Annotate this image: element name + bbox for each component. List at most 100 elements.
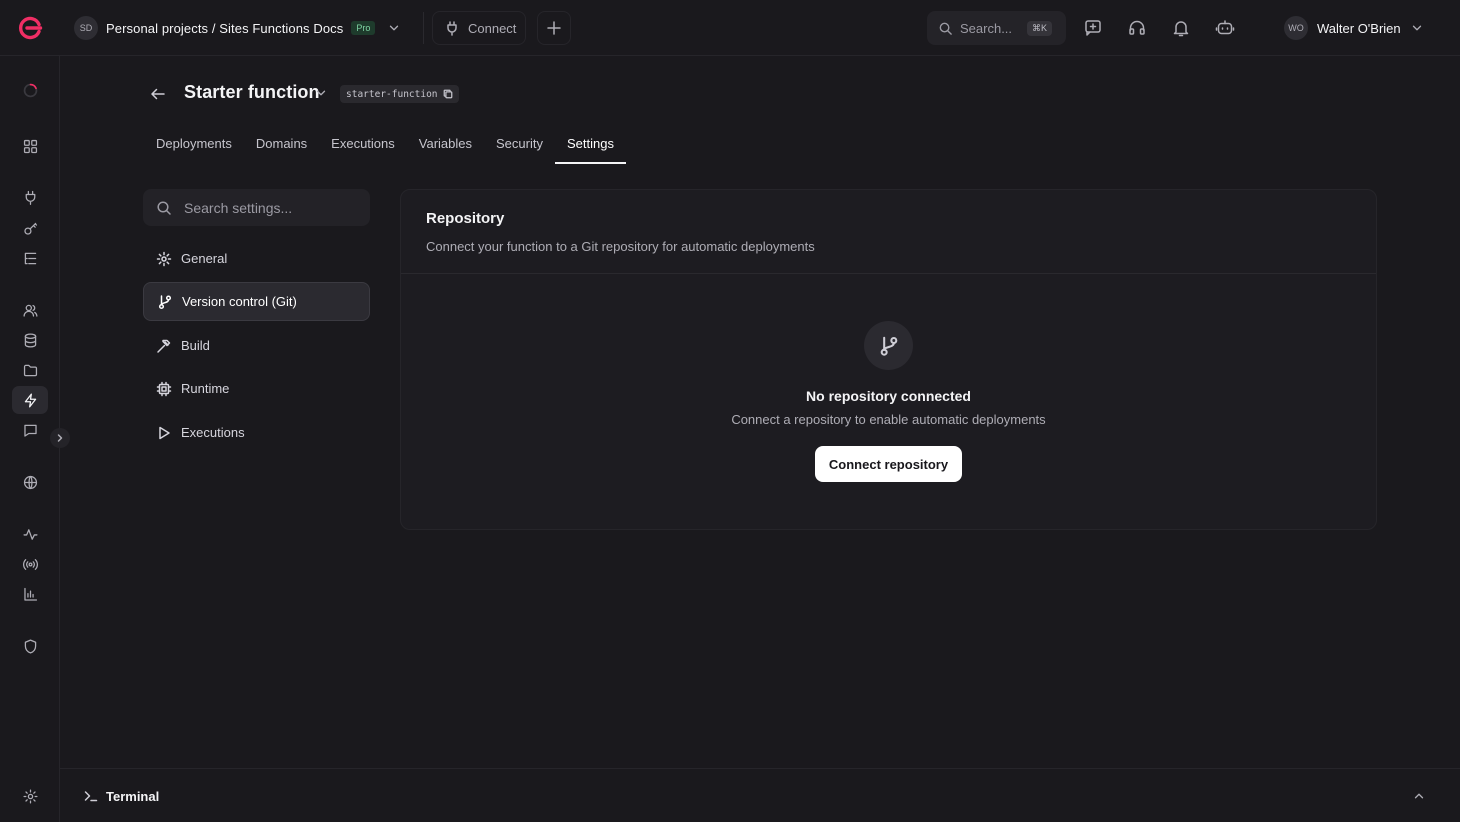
settings-nav-version-control[interactable]: Version control (Git) <box>143 282 370 321</box>
terminal-label: Terminal <box>106 789 160 804</box>
gear-icon <box>22 788 38 804</box>
rail-item-storage[interactable] <box>12 356 48 384</box>
message-icon <box>23 424 37 437</box>
repository-card: Repository Connect your function to a Gi… <box>400 189 1377 530</box>
plug-icon <box>25 190 35 205</box>
settings-nav-label: Executions <box>181 425 245 440</box>
gear-icon <box>156 251 172 266</box>
plan-badge: Pro <box>351 21 376 35</box>
search-placeholder: Search... <box>960 20 1013 36</box>
lightning-icon <box>24 392 36 408</box>
appwrite-logo-icon[interactable] <box>17 15 43 41</box>
rail-item-sites[interactable] <box>12 468 48 496</box>
search-icon <box>157 200 171 215</box>
settings-nav-build[interactable]: Build <box>143 326 370 365</box>
settings-nav-runtime[interactable]: Runtime <box>143 369 370 408</box>
search-shortcut: ⌘K <box>1027 20 1053 36</box>
rail-item-overview[interactable] <box>12 132 48 160</box>
shield-icon <box>24 638 36 654</box>
rail-item-settings[interactable] <box>12 782 48 810</box>
expand-sidebar-button[interactable] <box>50 428 70 448</box>
grid-icon <box>23 139 37 153</box>
tab-executions[interactable]: Executions <box>319 124 407 164</box>
tab-domains[interactable]: Domains <box>244 124 319 164</box>
progress-ring-icon <box>23 83 37 97</box>
settings-nav-general[interactable]: General <box>143 239 370 278</box>
settings-search-placeholder: Search settings... <box>184 199 293 216</box>
top-bar: SD Personal projects / Sites Functions D… <box>0 0 1460 56</box>
terminal-icon <box>84 791 98 802</box>
git-branch-icon <box>158 294 172 309</box>
plus-icon <box>547 21 561 35</box>
chevron-down-icon <box>1412 25 1421 31</box>
globe-icon <box>23 475 37 489</box>
bell-icon[interactable] <box>1171 18 1191 38</box>
rail-item-messaging[interactable] <box>12 416 48 444</box>
settings-nav-label: General <box>181 251 228 266</box>
broadcast-icon <box>22 558 38 570</box>
rail-item-onboarding[interactable] <box>12 76 48 104</box>
tab-deployments[interactable]: Deployments <box>144 124 244 164</box>
project-path: Personal projects / Sites Functions Docs <box>106 20 344 36</box>
add-button[interactable] <box>537 11 571 45</box>
chevron-down-icon <box>390 25 399 31</box>
tab-settings[interactable]: Settings <box>554 124 626 164</box>
settings-nav-label: Version control (Git) <box>182 294 297 309</box>
rail-item-activity[interactable] <box>12 520 48 548</box>
connect-label: Connect <box>468 20 517 36</box>
chevron-down-icon[interactable] <box>314 86 328 100</box>
divider <box>423 12 424 44</box>
database-icon <box>24 332 36 348</box>
rail-item-integrations[interactable] <box>12 183 48 211</box>
connect-button[interactable]: Connect <box>432 11 526 45</box>
avatar: WO <box>1284 16 1308 40</box>
rail-item-auth[interactable] <box>12 296 48 324</box>
card-title: Repository <box>426 210 505 227</box>
function-id: starter-function <box>346 88 438 100</box>
folder-icon <box>23 364 37 376</box>
tab-variables[interactable]: Variables <box>407 124 484 164</box>
empty-state-icon <box>864 321 913 370</box>
function-tabs: Deployments Domains Executions Variables… <box>144 124 626 164</box>
rail-item-functions[interactable] <box>12 386 48 414</box>
rail-item-security[interactable] <box>12 632 48 660</box>
feedback-icon[interactable] <box>1083 18 1103 38</box>
empty-state-title: No repository connected <box>806 388 971 404</box>
play-icon <box>159 426 170 439</box>
users-icon <box>22 304 38 317</box>
settings-nav-executions[interactable]: Executions <box>143 413 370 452</box>
bar-chart-icon <box>23 587 37 601</box>
git-branch-icon <box>880 336 897 356</box>
card-description: Connect your function to a Git repositor… <box>426 239 815 254</box>
chevron-up-icon[interactable] <box>1412 789 1426 803</box>
rail-item-auth-keys[interactable] <box>12 214 48 242</box>
copy-icon[interactable] <box>443 89 453 99</box>
user-name: Walter O'Brien <box>1317 20 1401 36</box>
divider <box>401 273 1376 274</box>
rail-item-lists[interactable] <box>12 244 48 272</box>
key-icon <box>23 222 37 235</box>
hammer-icon <box>157 339 171 353</box>
rail-item-realtime[interactable] <box>12 550 48 578</box>
tab-security[interactable]: Security <box>484 124 555 164</box>
rail-item-databases[interactable] <box>12 326 48 354</box>
project-switcher[interactable]: SD Personal projects / Sites Functions D… <box>74 13 401 43</box>
user-menu[interactable]: WO Walter O'Brien <box>1284 16 1424 40</box>
connect-repository-button[interactable]: Connect repository <box>815 446 962 482</box>
settings-nav-label: Runtime <box>181 381 230 396</box>
page-title: Starter function <box>184 82 320 102</box>
terminal-panel[interactable]: Terminal <box>60 768 1460 822</box>
global-search[interactable]: Search... ⌘K <box>927 11 1066 45</box>
back-arrow-icon[interactable] <box>149 85 167 103</box>
list-tree-icon <box>24 252 36 264</box>
settings-nav-label: Build <box>181 338 210 353</box>
support-headset-icon[interactable] <box>1127 18 1147 38</box>
activity-icon <box>22 528 38 540</box>
rail-item-usage[interactable] <box>12 580 48 608</box>
function-id-badge[interactable]: starter-function <box>340 85 459 103</box>
chevron-right-icon <box>57 434 63 442</box>
assistant-bot-icon[interactable] <box>1215 18 1235 38</box>
project-avatar: SD <box>74 16 98 40</box>
settings-search-input[interactable]: Search settings... <box>143 189 370 226</box>
cpu-icon <box>156 381 172 396</box>
